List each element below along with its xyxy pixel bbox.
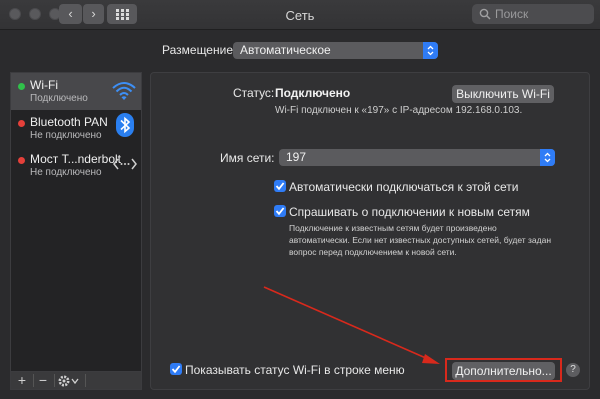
status-dot [18, 83, 25, 90]
status-detail: Wi-Fi подключен к «197» с IP-адресом 192… [275, 105, 523, 116]
updown-arrows-icon [540, 149, 555, 166]
auto-join-label: Автоматически подключаться к этой сети [289, 180, 519, 194]
remove-service-button[interactable]: − [34, 372, 52, 389]
advanced-button-highlight: Дополнительно... [445, 358, 562, 382]
updown-arrows-icon [423, 42, 438, 59]
search-icon [479, 8, 491, 20]
ask-new-networks-checkbox[interactable] [274, 205, 286, 217]
turn-off-wifi-button[interactable]: Выключить Wi-Fi [452, 85, 554, 103]
location-value: Автоматическое [240, 43, 331, 57]
help-button[interactable]: ? [566, 363, 580, 377]
network-name-popup[interactable]: 197 [279, 149, 555, 166]
status-dot [18, 120, 25, 127]
ask-new-networks-note: Подключение к известным сетям будет прои… [289, 223, 552, 257]
network-name-label: Имя сети: [220, 151, 275, 165]
checkmark-icon [275, 207, 285, 216]
auto-join-checkbox[interactable] [274, 180, 286, 192]
service-item-thunderbolt-bridge[interactable]: Мост T...nderbolt Не подключено [11, 147, 141, 184]
status-dot [18, 157, 25, 164]
status-value: Подключено [275, 86, 351, 100]
service-status: Не подключено [30, 130, 102, 141]
ask-new-networks-label: Спрашивать о подключении к новым сетям [289, 205, 530, 219]
search-field[interactable]: Поиск [472, 4, 594, 24]
checkmark-icon [275, 182, 285, 191]
bluetooth-icon [116, 113, 134, 137]
show-wifi-status-checkbox[interactable] [170, 363, 182, 375]
location-popup[interactable]: Автоматическое [233, 42, 438, 59]
service-list: Wi-Fi Подключено Bluetooth PAN Не подклю… [10, 72, 142, 372]
status-label: Статус: [233, 86, 275, 100]
advanced-button[interactable]: Дополнительно... [452, 362, 555, 380]
search-placeholder: Поиск [495, 7, 529, 21]
service-status: Подключено [30, 93, 88, 104]
location-label: Размещение: [162, 43, 237, 57]
thunderbolt-bridge-icon [113, 158, 137, 170]
gear-icon [58, 375, 79, 387]
service-item-bluetooth-pan[interactable]: Bluetooth PAN Не подключено [11, 110, 141, 147]
service-name: Мост T...nderbolt [30, 152, 122, 166]
add-service-button[interactable]: + [13, 372, 31, 389]
title-bar: ‹ › Сеть Поиск [0, 0, 600, 30]
checkmark-icon [171, 365, 181, 374]
network-name-value: 197 [286, 150, 307, 164]
service-name: Wi-Fi [30, 78, 58, 92]
service-list-toolbar: + − [10, 372, 142, 390]
show-wifi-status-label: Показывать статус Wi-Fi в строке меню [185, 363, 405, 377]
wifi-icon [112, 82, 136, 100]
service-name: Bluetooth PAN [30, 115, 108, 129]
service-item-wifi[interactable]: Wi-Fi Подключено [11, 73, 141, 110]
service-status: Не подключено [30, 167, 102, 178]
action-menu-button[interactable] [55, 372, 83, 389]
